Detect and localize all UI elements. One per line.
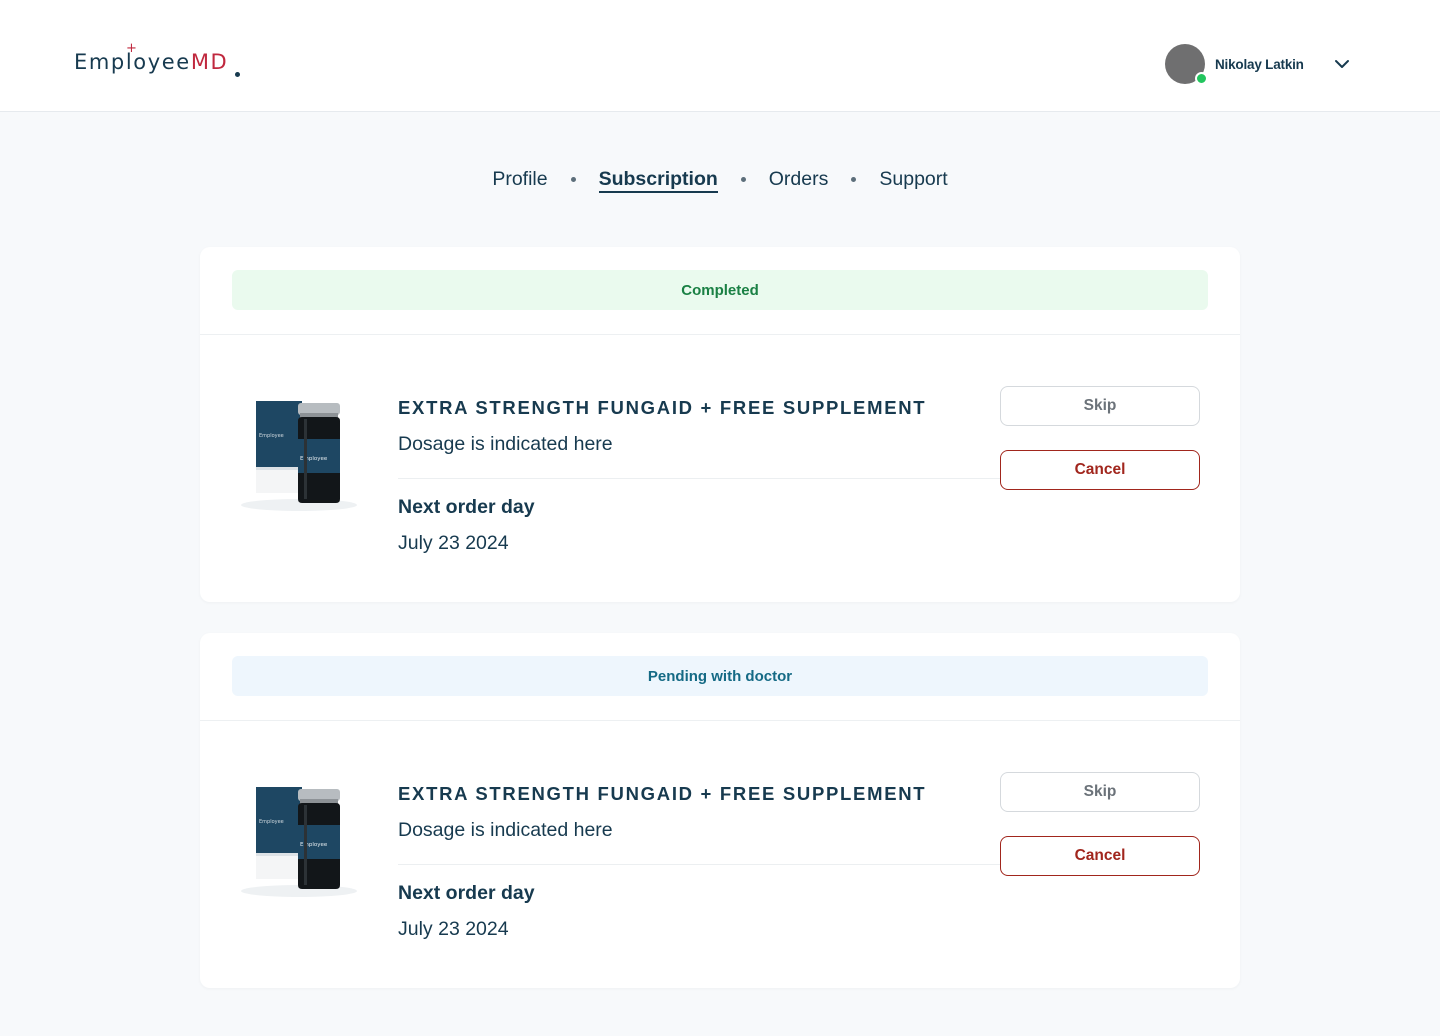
product-title: EXTRA STRENGTH FUNGAID + FREE SUPPLEMENT — [398, 783, 927, 804]
card-status-header: Completed — [200, 247, 1240, 335]
online-status-indicator — [1195, 72, 1208, 85]
subscription-card: Completed Employee Employee EXTRA STRENG… — [200, 247, 1240, 602]
svg-text:Employee: Employee — [259, 433, 284, 439]
tab-subscription[interactable]: Subscription — [598, 166, 718, 193]
logo-plus-icon: + — [126, 41, 139, 56]
nav-separator-dot — [851, 177, 857, 182]
cancel-button[interactable]: Cancel — [1000, 450, 1200, 490]
product-image: Employee Employee — [241, 401, 357, 511]
nav-separator-dot — [740, 177, 746, 182]
skip-button[interactable]: Skip — [1000, 772, 1200, 812]
subscription-card: Pending with doctor Employee Employee EX… — [200, 633, 1240, 988]
status-badge: Completed — [232, 270, 1208, 310]
nav-separator-dot — [570, 177, 576, 182]
product-image: Employee Employee — [241, 787, 357, 897]
user-name: Nikolay Latkin — [1215, 56, 1304, 72]
skip-button[interactable]: Skip — [1000, 386, 1200, 426]
next-order-date: July 23 2024 — [398, 918, 509, 940]
cancel-button[interactable]: Cancel — [1000, 836, 1200, 876]
logo[interactable]: Employee MD + — [74, 42, 241, 84]
account-tabs: Profile Subscription Orders Support — [0, 166, 1440, 193]
tab-support[interactable]: Support — [879, 166, 947, 193]
next-order-label: Next order day — [398, 496, 535, 518]
card-status-header: Pending with doctor — [200, 633, 1240, 721]
user-menu[interactable]: Nikolay Latkin — [1165, 44, 1349, 85]
next-order-date: July 23 2024 — [398, 532, 509, 554]
svg-text:Employee: Employee — [259, 819, 284, 825]
chevron-down-icon[interactable] — [1333, 56, 1351, 72]
dosage-text: Dosage is indicated here — [398, 433, 613, 455]
tab-profile[interactable]: Profile — [492, 166, 547, 193]
logo-dot — [235, 72, 241, 77]
avatar[interactable] — [1165, 44, 1208, 85]
status-badge: Pending with doctor — [232, 656, 1208, 696]
product-title: EXTRA STRENGTH FUNGAID + FREE SUPPLEMENT — [398, 397, 927, 418]
logo-accent-text: MD — [190, 50, 229, 74]
dosage-text: Dosage is indicated here — [398, 819, 613, 841]
top-header: Employee MD + Nikolay Latkin — [0, 0, 1440, 112]
tab-orders[interactable]: Orders — [769, 166, 829, 193]
next-order-label: Next order day — [398, 882, 535, 904]
